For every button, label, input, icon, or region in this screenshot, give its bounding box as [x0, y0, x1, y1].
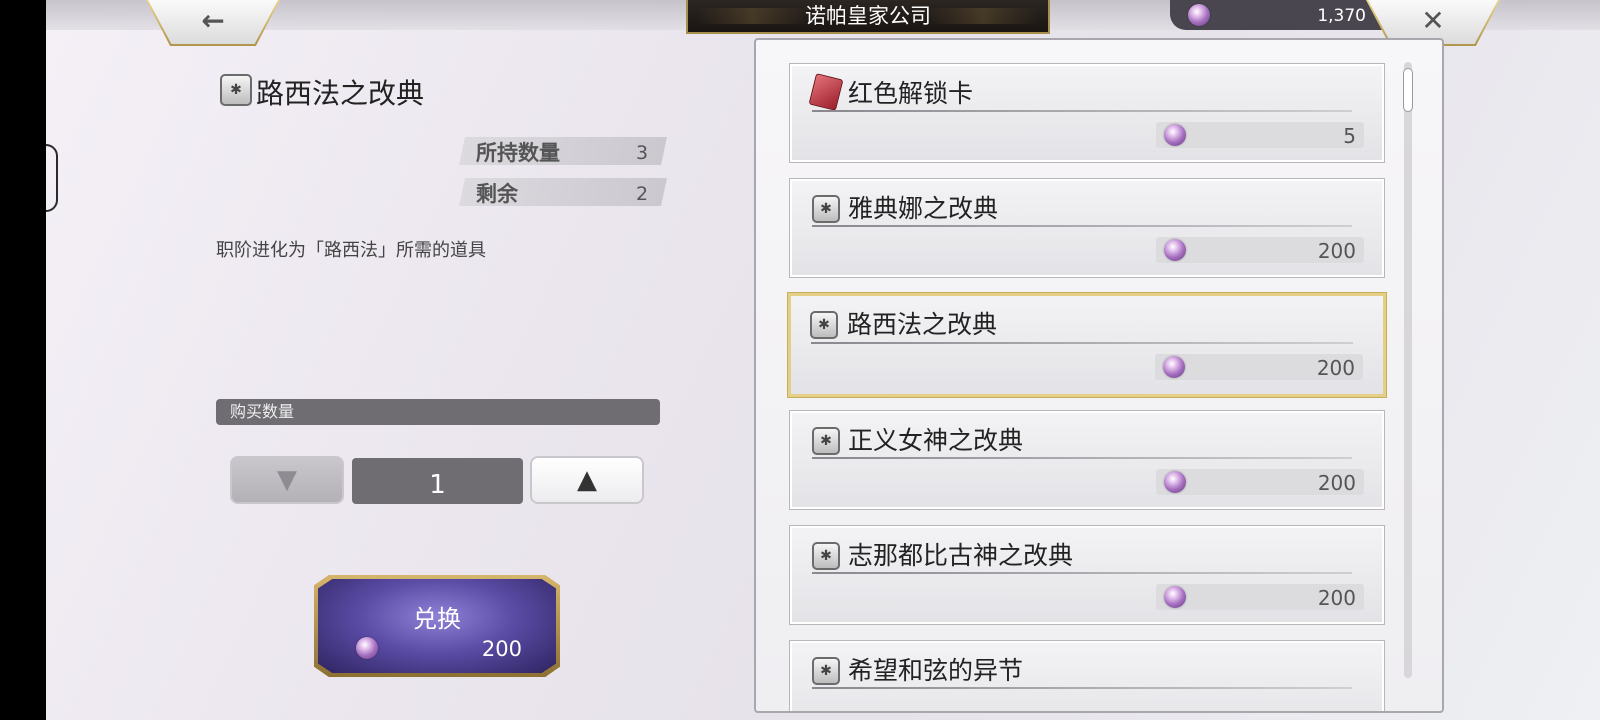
- list-item[interactable]: 红色解锁卡 5: [789, 63, 1385, 163]
- quantity-value: 1: [352, 458, 523, 504]
- divider: [812, 572, 1352, 574]
- currency-amount: 1,370: [1317, 6, 1366, 26]
- item-name: 正义女神之改典: [848, 426, 1024, 455]
- red-card-icon: [808, 73, 844, 111]
- exchange-button[interactable]: 兑换 200: [314, 575, 560, 677]
- list-item[interactable]: ✱ 雅典娜之改典 200: [789, 178, 1385, 278]
- book-icon: ✱: [810, 311, 838, 339]
- list-item[interactable]: ✱ 志那都比古神之改典 200: [789, 525, 1385, 625]
- triangle-down-icon: ▼: [277, 465, 297, 495]
- item-price: 5: [1156, 122, 1364, 148]
- triangle-up-icon: ▲: [577, 465, 597, 495]
- item-price: 200: [1156, 237, 1364, 263]
- divider: [812, 457, 1352, 459]
- scrollbar-thumb[interactable]: [1403, 68, 1413, 112]
- detail-item-name: 路西法之改典: [256, 77, 425, 110]
- remaining-label: 剩余: [476, 182, 518, 206]
- item-price: 200: [1156, 584, 1364, 610]
- list-item[interactable]: ✱ 正义女神之改典 200: [789, 410, 1385, 510]
- item-price: 200: [1156, 469, 1364, 495]
- item-price-value: 200: [1317, 471, 1356, 495]
- item-description: 职阶进化为「路西法」所需的道具: [216, 240, 486, 261]
- gem-icon: [356, 637, 378, 659]
- item-price-value: 200: [1317, 586, 1356, 610]
- list-item[interactable]: ✱ 希望和弦的异节: [789, 640, 1385, 711]
- item-name: 路西法之改典: [847, 310, 998, 339]
- increment-button[interactable]: ▲: [530, 456, 644, 504]
- bezel-notch: [46, 144, 58, 212]
- item-name: 雅典娜之改典: [848, 194, 999, 223]
- page-title: 诺帕皇家公司: [686, 0, 1050, 34]
- shop-list[interactable]: 红色解锁卡 5 ✱ 雅典娜之改典 200 ✱ 路西法之改典 200 ✱ 正义女神…: [754, 38, 1444, 713]
- exchange-label: 兑换: [413, 605, 461, 633]
- exchange-button-face: 兑换 200: [318, 579, 556, 673]
- list-item-selected[interactable]: ✱ 路西法之改典 200: [787, 292, 1387, 398]
- book-icon: ✱: [220, 74, 252, 106]
- item-price-value: 200: [1316, 356, 1355, 380]
- exchange-cost: 200: [481, 637, 522, 661]
- gem-icon: [1164, 239, 1186, 261]
- close-icon: ✕: [1421, 4, 1445, 37]
- gem-icon: [1164, 124, 1186, 146]
- divider: [811, 342, 1353, 344]
- gem-icon: [1188, 4, 1210, 26]
- gem-icon: [1164, 471, 1186, 493]
- book-icon: ✱: [812, 427, 840, 455]
- book-icon: ✱: [812, 195, 840, 223]
- book-icon: ✱: [812, 657, 840, 685]
- gem-icon: [1164, 586, 1186, 608]
- arrow-left-icon: ←: [201, 4, 225, 37]
- quantity-label: 购买数量: [216, 399, 660, 425]
- divider: [812, 687, 1352, 689]
- owned-value: 3: [636, 142, 649, 164]
- item-price-value: 200: [1317, 239, 1356, 263]
- divider: [812, 110, 1352, 112]
- divider: [812, 225, 1352, 227]
- book-icon: ✱: [812, 542, 840, 570]
- remaining-value: 2: [636, 183, 649, 205]
- item-name: 志那都比古神之改典: [848, 541, 1074, 570]
- scrollbar[interactable]: [1403, 62, 1413, 678]
- item-name: 希望和弦的异节: [848, 656, 1024, 685]
- item-name: 红色解锁卡: [848, 79, 974, 108]
- game-screen: ← 诺帕皇家公司 1,370 ✕ ✱ 路西法之改典 所持数量 3 剩余 2 职阶…: [46, 0, 1600, 720]
- item-price-value: 5: [1343, 124, 1356, 148]
- item-price: 200: [1155, 354, 1363, 380]
- owned-label: 所持数量: [476, 141, 560, 165]
- gem-icon: [1163, 356, 1185, 378]
- decrement-button[interactable]: ▼: [230, 456, 344, 504]
